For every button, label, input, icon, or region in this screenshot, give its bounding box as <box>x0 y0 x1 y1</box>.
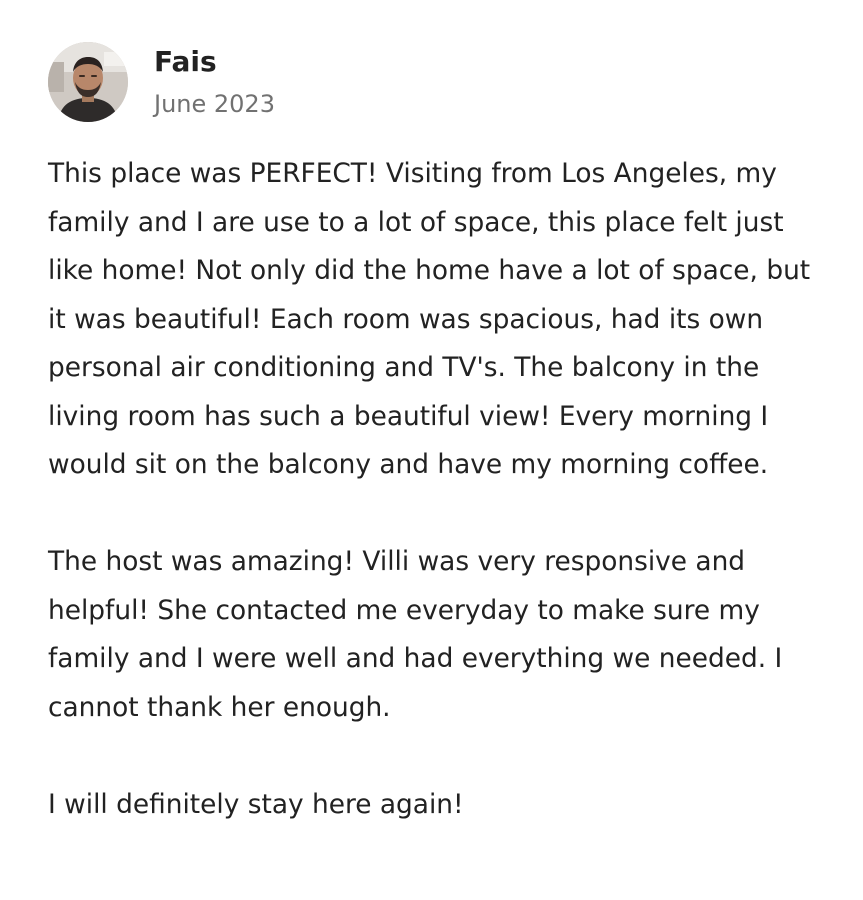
review-paragraph: I will definitely stay here again! <box>48 788 464 820</box>
review-header: Fais June 2023 <box>48 42 828 124</box>
avatar[interactable] <box>48 42 128 122</box>
review-card: Fais June 2023 This place was PERFECT! V… <box>0 0 863 900</box>
review-text: This place was PERFECT! Visiting from Lo… <box>48 150 818 829</box>
review-paragraph: The host was amazing! Villi was very res… <box>48 546 783 723</box>
review-paragraph: This place was PERFECT! Visiting from Lo… <box>48 158 811 480</box>
avatar-photo-icon <box>48 42 128 122</box>
review-date: June 2023 <box>154 90 275 118</box>
reviewer-name: Fais <box>154 45 217 78</box>
